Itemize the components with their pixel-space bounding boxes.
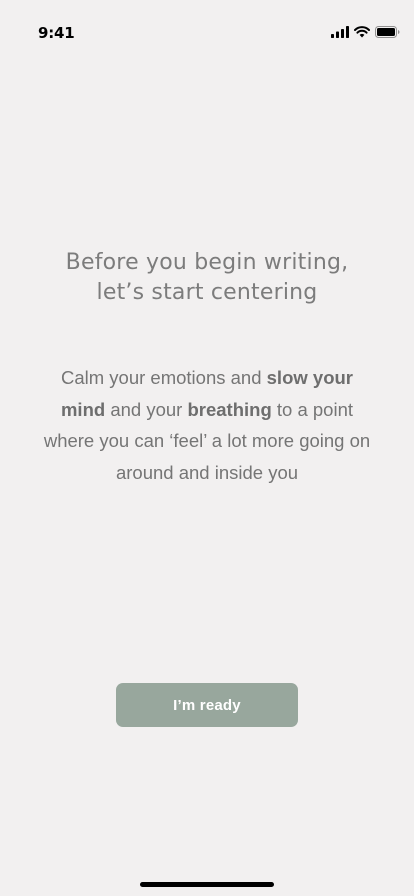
title-line-2: let’s start centering xyxy=(96,280,318,305)
instruction-emphasis: breathing xyxy=(187,398,272,420)
status-icons xyxy=(331,26,400,38)
page-title: Before you begin writing, let’s start ce… xyxy=(0,248,414,308)
wifi-icon xyxy=(354,26,370,38)
signal-icon xyxy=(331,26,349,38)
im-ready-button[interactable]: I’m ready xyxy=(116,683,298,727)
instruction-text: Calm your emotions and slow your mind an… xyxy=(40,362,374,488)
instruction-segment: Calm your emotions and xyxy=(60,367,267,388)
home-indicator[interactable] xyxy=(140,882,274,887)
instruction-segment: and your xyxy=(105,398,188,420)
battery-icon xyxy=(375,26,400,38)
status-time: 9:41 xyxy=(38,24,75,42)
status-bar: 9:41 xyxy=(0,0,414,44)
title-line-1: Before you begin writing, xyxy=(65,250,349,275)
